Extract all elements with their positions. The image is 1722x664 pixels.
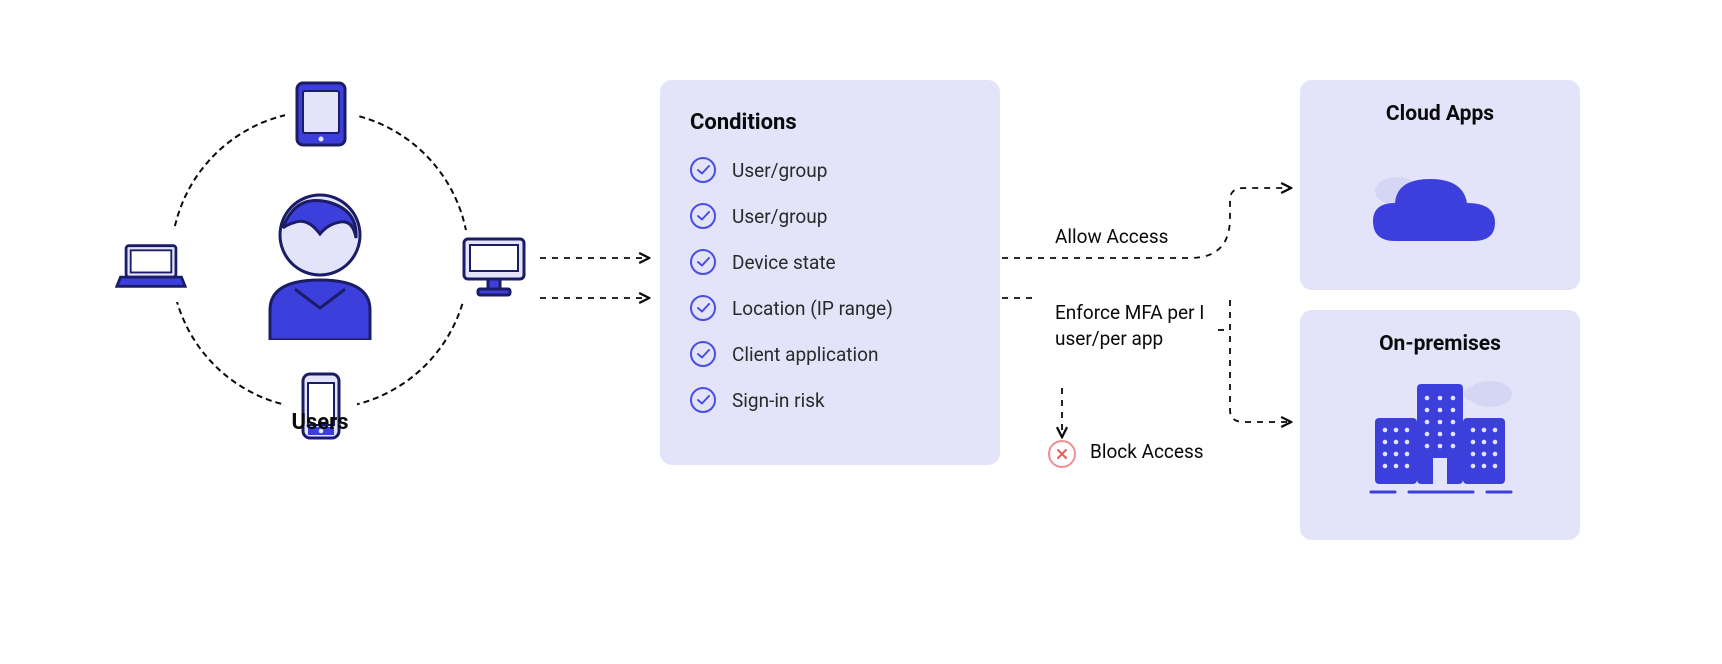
condition-label: Client application [732, 343, 878, 366]
check-icon [690, 387, 716, 413]
condition-item: User/group [690, 157, 970, 183]
condition-label: User/group [732, 159, 827, 182]
cloud-apps-tile: Cloud Apps [1300, 80, 1580, 290]
x-icon [1048, 440, 1076, 468]
conditions-panel: Conditions User/group User/group Device … [660, 80, 1000, 465]
condition-item: User/group [690, 203, 970, 229]
condition-label: Sign-in risk [732, 389, 825, 412]
users-label: Users [291, 410, 348, 435]
outcome-allow: Allow Access [1055, 225, 1168, 248]
condition-label: Device state [732, 251, 836, 274]
check-icon [690, 203, 716, 229]
on-premises-title: On-premises [1320, 332, 1560, 356]
conditions-list: User/group User/group Device state Locat… [690, 157, 970, 413]
outcome-block: Block Access [1090, 440, 1204, 463]
on-premises-tile: On-premises [1300, 310, 1580, 540]
cloud-icon [1320, 144, 1560, 264]
condition-item: Client application [690, 341, 970, 367]
desktop-icon [458, 230, 530, 302]
cloud-apps-title: Cloud Apps [1320, 102, 1560, 126]
tablet-icon [285, 78, 357, 150]
outcome-enforce: Enforce MFA per I user/per app [1055, 300, 1225, 351]
building-icon [1320, 374, 1560, 494]
condition-item: Device state [690, 249, 970, 275]
check-icon [690, 249, 716, 275]
condition-label: Location (IP range) [732, 297, 893, 320]
user-avatar-icon [250, 180, 390, 340]
users-cluster: Users [110, 70, 530, 530]
laptop-icon [115, 230, 187, 302]
condition-label: User/group [732, 205, 827, 228]
conditions-title: Conditions [690, 110, 970, 135]
condition-item: Location (IP range) [690, 295, 970, 321]
check-icon [690, 341, 716, 367]
check-icon [690, 295, 716, 321]
condition-item: Sign-in risk [690, 387, 970, 413]
check-icon [690, 157, 716, 183]
